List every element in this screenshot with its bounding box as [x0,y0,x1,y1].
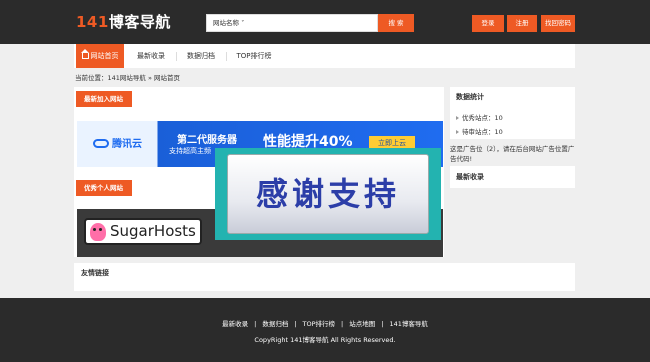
site-logo[interactable]: 141博客导航 [76,11,171,32]
stats-item: 优秀站点：10 [456,112,503,122]
search-type-select[interactable]: 网站名称 ˅ [206,14,378,32]
footer-link[interactable]: 141博客导航 [389,320,427,328]
site-footer: 最新收录 | 数据归档 | TOP排行榜 | 站点地图 | 141博客导航 CopyRight … [0,298,650,362]
nav-divider [226,52,227,61]
find-password-button[interactable]: 找回密码 [541,15,575,32]
bullet-icon [456,116,459,120]
nav-item-home[interactable]: 网站首页 [76,44,124,68]
thanks-card: 感谢支持 [227,154,429,234]
footer-link[interactable]: TOP排行榜 [303,320,336,328]
stats-item-label: 待审站点：10 [462,128,503,136]
ad-line2: 支持超高主频 [169,147,211,155]
nav-item-top[interactable]: TOP排行榜 [228,44,280,68]
home-icon [80,49,89,59]
nav-divider [176,52,177,61]
sidebar-newest-title: 最新收录 [456,173,484,181]
copyright: CopyRight 141博客导航 All Rights Reserved. [254,336,396,344]
cloud-icon [93,139,109,148]
search-type-label: 网站名称 [213,19,239,27]
thanks-text: 感谢支持 [255,175,400,213]
personal-sites-title: 优秀个人网站 [76,180,132,196]
friend-links-panel [74,263,575,291]
friend-links-title: 友情链接 [81,269,109,277]
logo-text: 博客导航 [108,13,171,31]
footer-separator: | [254,320,257,328]
breadcrumb: 当前位置：141网站导航 » 网站首页 [75,74,181,82]
stats-item-label: 优秀站点：10 [462,114,503,122]
thanks-overlay: 感谢支持 [215,148,441,240]
footer-separator: | [341,320,344,328]
register-button[interactable]: 注册 [507,15,537,32]
sidebar-ad-placeholder: 这是广告位（2），请在后台网站广告位置广告代码! [450,145,575,163]
bullet-icon [456,130,459,134]
stats-title: 数据统计 [456,93,484,101]
tencent-cloud-logo: 腾讯云 [93,135,142,150]
ad-line1: 第二代服务器 [177,135,237,146]
nav-item-label: 网站首页 [90,52,119,60]
footer-separator: | [294,320,297,328]
mascot-icon [90,223,106,241]
sugarhosts-logo: SugarHosts [84,218,202,245]
footer-link[interactable]: 站点地图 [349,320,375,328]
logo-number: 141 [76,13,109,31]
sugarhosts-text: SugarHosts [110,222,196,240]
ad-logo-text: 腾讯云 [112,139,142,150]
footer-links: 最新收录 | 数据归档 | TOP排行榜 | 站点地图 | 141博客导航 [0,318,650,328]
nav-item-archive[interactable]: 数据归档 [178,44,224,68]
login-button[interactable]: 登录 [472,15,504,32]
search-button[interactable]: 搜 索 [378,14,414,32]
chevron-down-icon: ˅ [239,19,245,27]
search-bar: 网站名称 ˅ 搜 索 [206,14,414,32]
nav-item-newest[interactable]: 最新收录 [128,44,174,68]
footer-separator: | [381,320,384,328]
main-nav: 网站首页 最新收录 数据归档 TOP排行榜 [74,44,575,68]
footer-link[interactable]: 数据归档 [262,320,288,328]
stats-item: 待审站点：10 [456,126,503,136]
top-header: 141博客导航 网站名称 ˅ 搜 索 登录 注册 找回密码 [0,0,650,44]
newest-sites-title: 最新加入网站 [76,91,132,107]
footer-link[interactable]: 最新收录 [222,320,248,328]
